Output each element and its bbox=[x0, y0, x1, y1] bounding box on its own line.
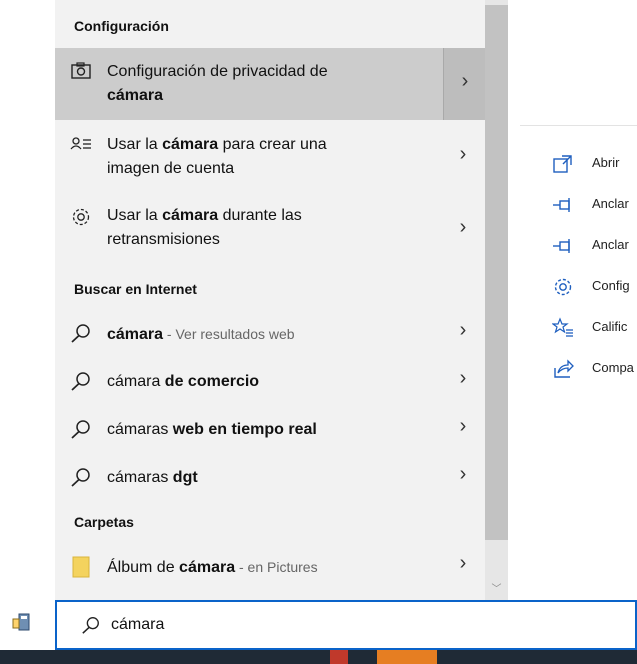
search-box[interactable]: cámara bbox=[55, 600, 637, 650]
action-label: Anclar bbox=[592, 237, 629, 252]
result-text-bold: cámara bbox=[162, 136, 219, 153]
pin-icon bbox=[553, 239, 570, 253]
result-text-bold: cámara bbox=[162, 207, 219, 224]
result-camera-broadcast[interactable]: Usar la cámara durante las retransmision… bbox=[55, 196, 485, 264]
result-text-bold: cámara bbox=[179, 559, 236, 576]
result-text-bold: cámara bbox=[107, 87, 164, 104]
search-icon bbox=[71, 420, 90, 439]
action-label: Compa bbox=[592, 360, 634, 375]
action-label: Abrir bbox=[592, 155, 620, 170]
result-text: cámaras bbox=[107, 421, 173, 438]
section-header-web: Buscar en Internet bbox=[74, 281, 197, 297]
result-text: para crear una bbox=[218, 136, 327, 153]
folder-icon bbox=[72, 556, 90, 578]
folder-result-camera-roll[interactable]: Álbum de cámara - en Pictures › bbox=[55, 544, 485, 590]
action-label: Calific bbox=[592, 319, 628, 334]
gear-icon bbox=[72, 208, 90, 226]
action-label: Anclar bbox=[592, 196, 629, 211]
task-view-icon[interactable] bbox=[11, 612, 33, 634]
search-icon bbox=[71, 324, 90, 343]
result-text: Usar la bbox=[107, 207, 163, 224]
chevron-right-icon[interactable]: › bbox=[448, 463, 478, 486]
chevron-right-icon[interactable]: › bbox=[448, 319, 478, 342]
taskbar-app-icon[interactable] bbox=[377, 650, 437, 664]
chevron-right-icon: › bbox=[461, 70, 469, 92]
rate-icon bbox=[552, 317, 573, 337]
result-text: cámara bbox=[107, 373, 165, 390]
open-icon bbox=[553, 155, 572, 173]
result-text: cámaras bbox=[107, 469, 173, 486]
web-result-1[interactable]: cámara - Ver resultados web › bbox=[55, 312, 485, 356]
result-text: Configuración de privacidad de bbox=[107, 63, 328, 80]
left-strip bbox=[0, 0, 55, 600]
chevron-right-icon[interactable]: › bbox=[448, 552, 478, 575]
result-subtext: - en Pictures bbox=[235, 559, 318, 575]
web-result-2[interactable]: cámara de comercio › bbox=[55, 360, 485, 404]
web-result-3[interactable]: cámaras web en tiempo real › bbox=[55, 408, 485, 452]
chevron-right-icon[interactable]: › bbox=[448, 216, 478, 239]
result-text-bold: cámara bbox=[107, 326, 164, 343]
section-header-folders: Carpetas bbox=[74, 514, 134, 530]
pin-icon bbox=[553, 198, 570, 212]
section-header-settings: Configuración bbox=[74, 18, 169, 34]
taskbar-app-icon[interactable] bbox=[330, 650, 348, 664]
result-text-bold: web en tiempo real bbox=[172, 421, 317, 438]
account-list-icon bbox=[70, 137, 91, 150]
details-divider bbox=[520, 125, 637, 126]
camera-icon bbox=[71, 62, 91, 79]
result-text-bold: de comercio bbox=[164, 373, 260, 390]
result-text: Usar la bbox=[107, 136, 163, 153]
search-input[interactable]: cámara bbox=[111, 616, 164, 634]
scrollbar-thumb[interactable] bbox=[485, 5, 508, 540]
share-icon bbox=[554, 359, 574, 378]
result-text: durante las bbox=[218, 207, 302, 224]
result-camera-account-picture[interactable]: Usar la cámara para crear una imagen de … bbox=[55, 125, 485, 193]
search-icon bbox=[71, 468, 90, 487]
expand-button[interactable]: › bbox=[443, 48, 486, 120]
result-text-bold: dgt bbox=[172, 469, 198, 486]
search-icon bbox=[82, 617, 99, 634]
result-text: imagen de cuenta bbox=[107, 160, 235, 177]
chevron-right-icon[interactable]: › bbox=[448, 415, 478, 438]
result-subtext: - Ver resultados web bbox=[163, 326, 295, 342]
result-text: retransmisiones bbox=[107, 231, 220, 248]
result-text: Álbum de bbox=[107, 559, 180, 576]
taskbar bbox=[0, 650, 637, 664]
details-panel bbox=[508, 0, 637, 600]
action-label: Config bbox=[592, 278, 630, 293]
search-icon bbox=[71, 372, 90, 391]
chevron-right-icon[interactable]: › bbox=[448, 143, 478, 166]
web-result-4[interactable]: cámaras dgt › bbox=[55, 456, 485, 500]
result-camera-privacy-settings[interactable]: Configuración de privacidad de cámara › bbox=[55, 48, 486, 120]
scroll-down-arrow-icon[interactable]: ﹀ bbox=[485, 580, 508, 600]
gear-icon bbox=[554, 278, 572, 296]
chevron-right-icon[interactable]: › bbox=[448, 367, 478, 390]
